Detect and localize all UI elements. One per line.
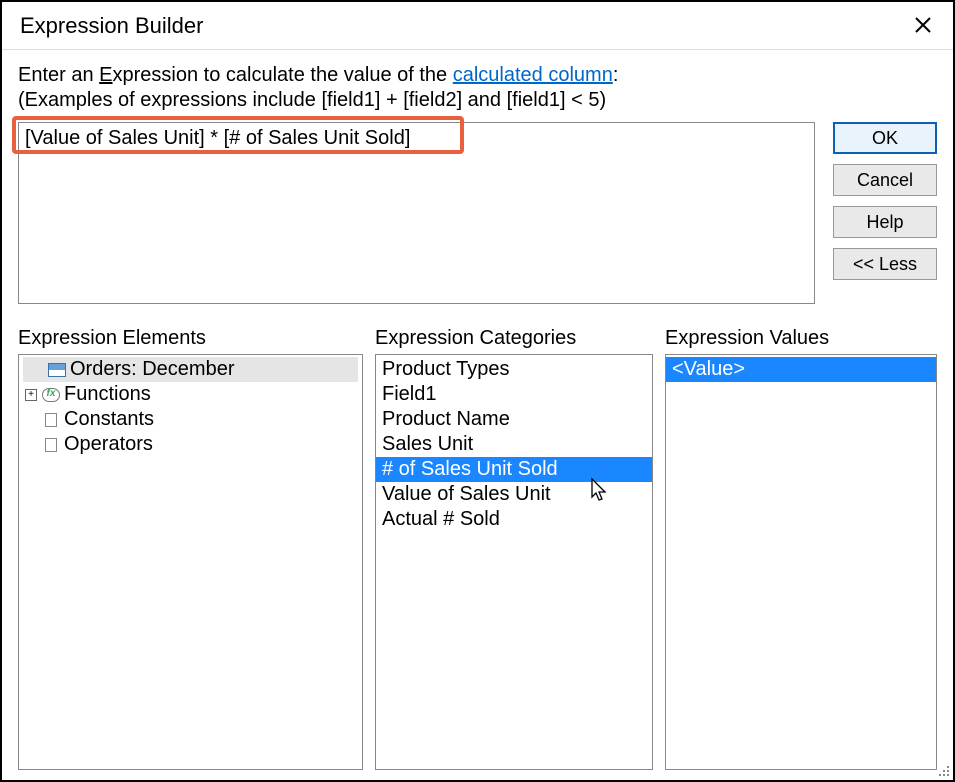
resize-grip-icon[interactable] xyxy=(935,762,951,778)
category-item[interactable]: Value of Sales Unit xyxy=(376,482,652,507)
tree-item[interactable]: Orders: December xyxy=(23,357,358,382)
category-item[interactable]: Sales Unit xyxy=(376,432,652,457)
tree-connector-icon xyxy=(25,439,37,451)
elements-label: Expression Elements xyxy=(18,327,363,350)
tree-item-label: Functions xyxy=(64,382,151,407)
category-item[interactable]: Actual # Sold xyxy=(376,507,652,532)
dialog-buttons: OK Cancel Help << Less xyxy=(833,122,937,280)
document-icon xyxy=(42,413,60,427)
category-item[interactable]: Product Types xyxy=(376,357,652,382)
calculated-column-link[interactable]: calculated column xyxy=(453,64,613,86)
category-item[interactable]: Field1 xyxy=(376,382,652,407)
tree-item[interactable]: Operators xyxy=(23,432,358,457)
titlebar: Expression Builder xyxy=(2,2,953,50)
values-label: Expression Values xyxy=(665,327,937,350)
tree-item[interactable]: + fx Functions xyxy=(23,382,358,407)
tree-item-label: Constants xyxy=(64,407,154,432)
dialog-title: Expression Builder xyxy=(20,13,203,39)
help-button[interactable]: Help xyxy=(833,206,937,238)
expression-builder-dialog: Expression Builder Enter an Expression t… xyxy=(0,0,955,782)
elements-tree[interactable]: Orders: December + fx FunctionsConstantsOpe… xyxy=(18,354,363,770)
cancel-button[interactable]: Cancel xyxy=(833,164,937,196)
value-item[interactable]: <Value> xyxy=(666,357,936,382)
dialog-body: Enter an Expression to calculate the val… xyxy=(2,50,953,780)
tree-item-label: Operators xyxy=(64,432,153,457)
tree-item-label: Orders: December xyxy=(70,357,235,382)
document-icon xyxy=(42,438,60,452)
examples-text: (Examples of expressions include [field1… xyxy=(18,89,937,112)
prompt-text: Enter an Expression to calculate the val… xyxy=(18,64,937,87)
ok-button[interactable]: OK xyxy=(833,122,937,154)
expression-input[interactable] xyxy=(18,122,815,304)
function-icon: fx xyxy=(42,388,60,402)
tree-item[interactable]: Constants xyxy=(23,407,358,432)
category-item[interactable]: # of Sales Unit Sold xyxy=(376,457,652,482)
categories-label: Expression Categories xyxy=(375,327,653,350)
less-button[interactable]: << Less xyxy=(833,248,937,280)
values-list[interactable]: <Value> xyxy=(665,354,937,770)
table-icon xyxy=(48,363,66,377)
tree-connector-icon xyxy=(25,414,37,426)
expand-icon[interactable]: + xyxy=(25,389,37,401)
close-icon[interactable] xyxy=(907,13,939,39)
category-item[interactable]: Product Name xyxy=(376,407,652,432)
categories-list[interactable]: Product TypesField1Product NameSales Uni… xyxy=(375,354,653,770)
